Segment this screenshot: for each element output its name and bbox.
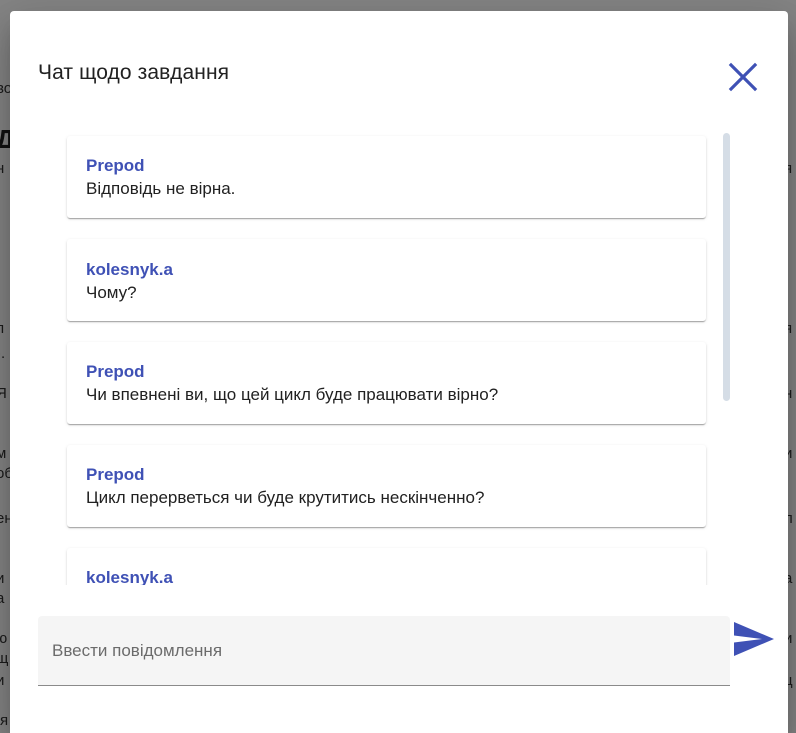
send-button[interactable]	[728, 615, 780, 663]
chat-dialog: Чат щодо завдання Prepod Відповідь не ві…	[10, 11, 788, 733]
message-input-field[interactable]	[38, 616, 730, 686]
message-author: Prepod	[86, 362, 145, 381]
message-author: Prepod	[86, 156, 145, 175]
message-author: Prepod	[86, 465, 145, 484]
message-card: Prepod Відповідь не вірна.	[67, 136, 706, 218]
message-text: Цикл перерветься чи буде крутитись нескі…	[86, 488, 485, 507]
message-text: Чому?	[86, 283, 137, 302]
message-text: Чи впевнені ви, що цей цикл буде працюва…	[86, 385, 499, 404]
message-card: kolesnyk.a	[67, 548, 706, 585]
close-icon	[728, 62, 758, 92]
message-author: kolesnyk.a	[86, 260, 173, 279]
message-card: Prepod Чи впевнені ви, що цей цикл буде …	[67, 342, 706, 424]
message-card: Prepod Цикл перерветься чи буде крутитис…	[67, 445, 706, 527]
message-author: kolesnyk.a	[86, 568, 173, 585]
dialog-title: Чат щодо завдання	[38, 61, 230, 84]
message-list-scrollbar[interactable]	[723, 133, 730, 401]
send-icon	[734, 622, 774, 656]
message-card: kolesnyk.a Чому?	[67, 239, 706, 321]
message-list[interactable]: Prepod Відповідь не вірна. kolesnyk.a Чо…	[10, 129, 788, 585]
message-text: Відповідь не вірна.	[86, 179, 236, 198]
close-button[interactable]	[724, 58, 762, 96]
message-input[interactable]	[52, 616, 712, 685]
